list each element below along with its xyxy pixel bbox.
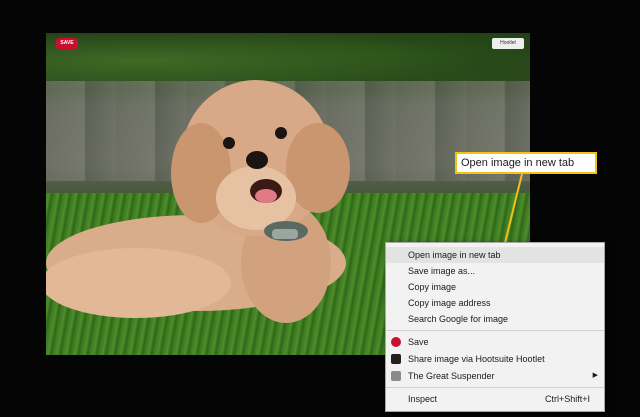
menu-item-label: Open image in new tab [408,250,501,260]
menu-item-label: Copy image [408,282,457,292]
menu-item-label: Save [408,337,429,347]
menu-item-great-suspender[interactable]: The Great Suspender ▶ [386,368,604,384]
menu-item-copy-image-address[interactable]: Copy image address [386,295,604,311]
callout-label: Open image in new tab [455,152,597,174]
menu-separator [386,387,604,388]
menu-item-label: Copy image address [408,298,491,308]
submenu-arrow-icon: ▶ [592,372,598,379]
menu-item-label: Inspect [408,394,438,404]
menu-item-label: Share image via Hootsuite Hootlet [408,354,545,364]
menu-item-pinterest-save[interactable]: Save [386,334,604,350]
pinterest-icon [391,337,401,347]
menu-item-copy-image[interactable]: Copy image [386,279,604,295]
great-suspender-icon [391,371,401,381]
menu-item-label: Search Google for image [408,314,509,324]
menu-item-open-image-new-tab[interactable]: Open image in new tab [386,247,604,263]
menu-separator [386,330,604,331]
menu-item-label: Save image as... [408,266,476,276]
menu-item-inspect[interactable]: Inspect Ctrl+Shift+I [386,391,604,407]
context-menu: Open image in new tab Save image as... C… [385,242,605,412]
menu-item-search-google-image[interactable]: Search Google for image [386,311,604,327]
menu-item-save-image-as[interactable]: Save image as... [386,263,604,279]
menu-item-shortcut: Ctrl+Shift+I [544,394,590,404]
hootsuite-owl-icon [391,354,401,364]
menu-item-label: The Great Suspender [408,371,495,381]
menu-item-share-hootlet[interactable]: Share image via Hootsuite Hootlet [386,351,604,367]
